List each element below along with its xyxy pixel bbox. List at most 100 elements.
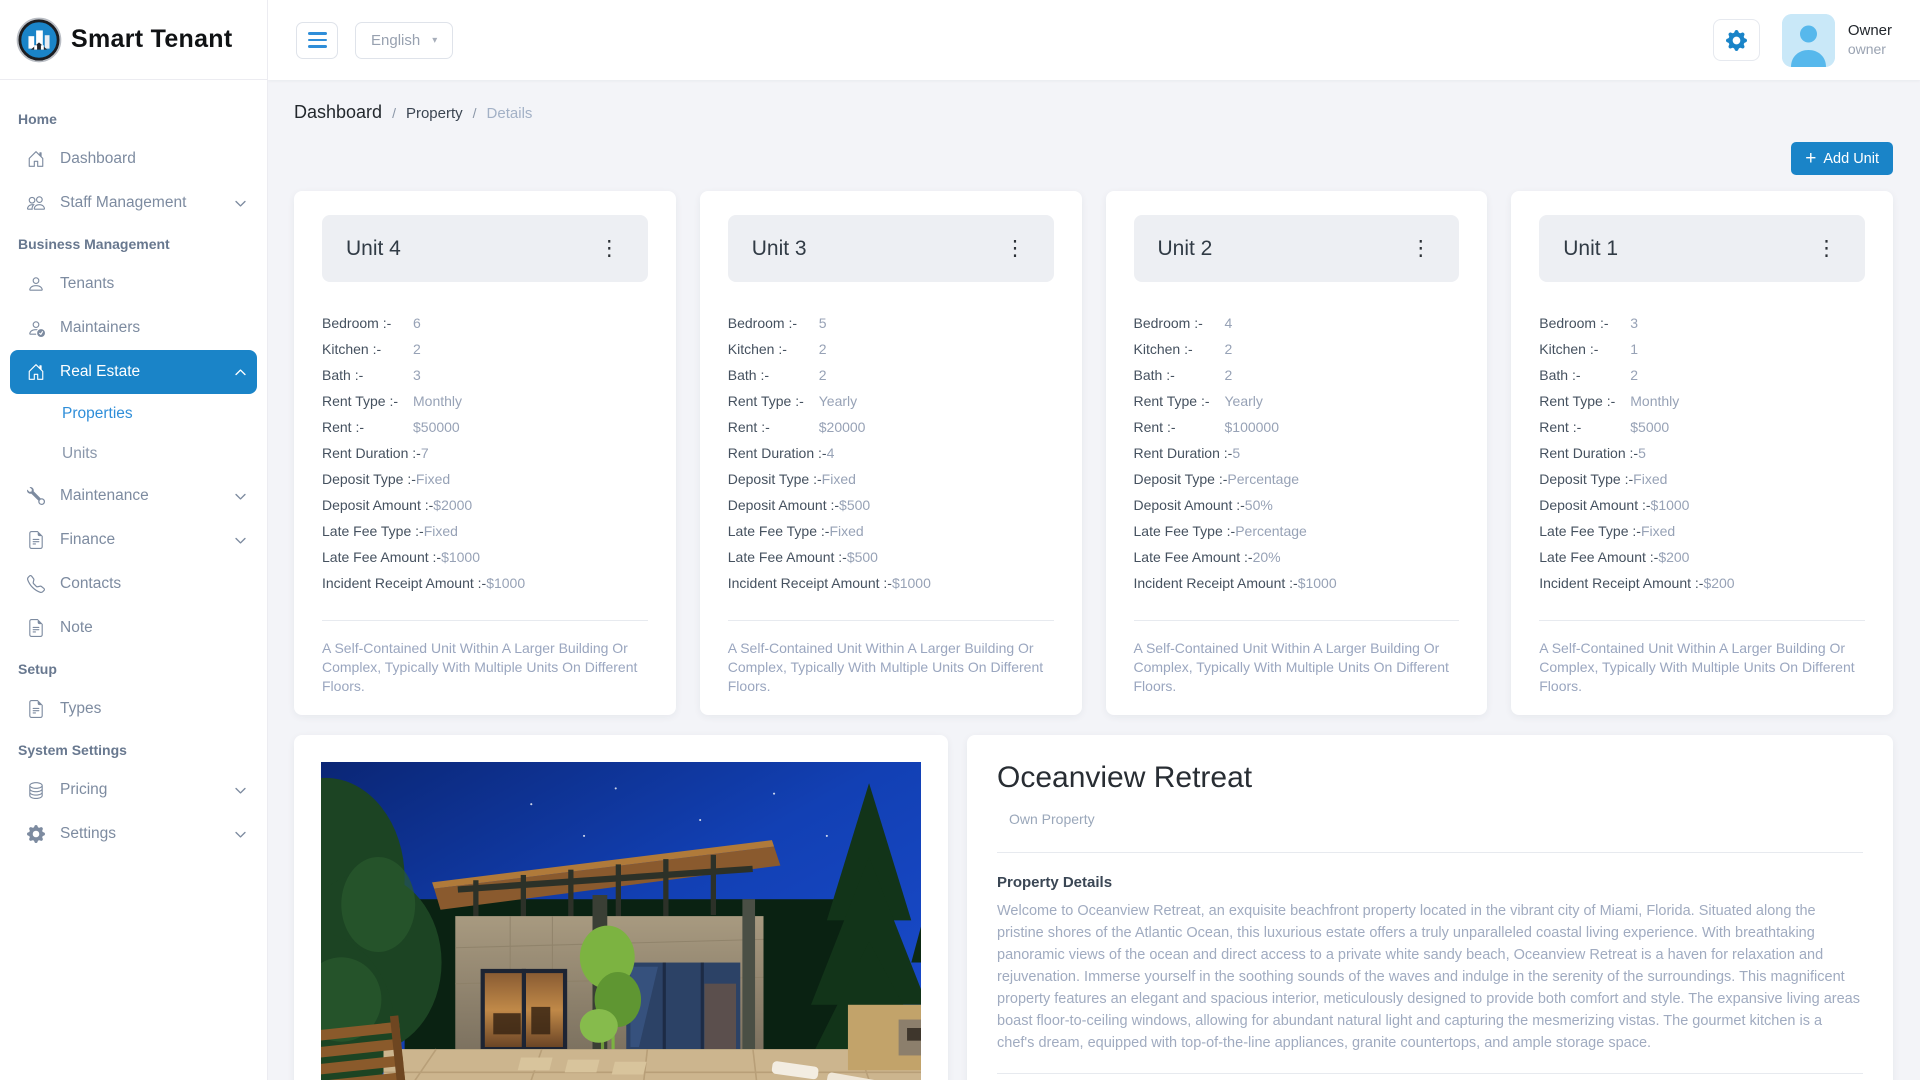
sidebar-item-contacts[interactable]: Contacts xyxy=(10,562,257,606)
hamburger-menu-button[interactable] xyxy=(296,22,338,59)
nav-section-system-settings: System Settings xyxy=(0,731,267,768)
database-icon xyxy=(27,781,45,799)
unit-card: Unit 1 ⋮ Bedroom :-3 Kitchen :-1 Bath :-… xyxy=(1511,191,1893,715)
avatar[interactable] xyxy=(1782,14,1835,67)
property-name: Oceanview Retreat xyxy=(997,761,1863,795)
field-value: Yearly xyxy=(1225,388,1263,414)
field-row: Incident Receipt Amount :-$1000 xyxy=(1134,570,1460,596)
sidebar-item-dashboard[interactable]: Dashboard xyxy=(10,137,257,181)
field-label: Deposit Amount :- xyxy=(1134,492,1245,518)
sidebar-item-label: Pricing xyxy=(60,781,107,799)
field-label: Deposit Type :- xyxy=(1539,466,1633,492)
chevron-down-icon xyxy=(234,197,247,210)
field-row: Bath :-2 xyxy=(728,362,1054,388)
property-section: Oceanview Retreat Own Property Property … xyxy=(294,735,1893,1080)
divider xyxy=(997,852,1863,853)
field-row: Deposit Type :-Fixed xyxy=(728,466,1054,492)
user-meta: Owner owner xyxy=(1848,22,1892,58)
sidebar-item-label: Dashboard xyxy=(60,150,136,168)
field-row: Rent Type :-Monthly xyxy=(1539,388,1865,414)
kebab-menu-icon[interactable]: ⋮ xyxy=(595,236,624,261)
sidebar-item-label: Contacts xyxy=(60,575,121,593)
field-value: Fixed xyxy=(1641,518,1675,544)
field-row: Bath :-2 xyxy=(1134,362,1460,388)
sidebar-item-tenants[interactable]: Tenants xyxy=(10,262,257,306)
field-value: $1000 xyxy=(486,570,525,596)
field-value: 7 xyxy=(421,440,429,466)
field-row: Deposit Amount :-$1000 xyxy=(1539,492,1865,518)
brand-logo: Smart Tenant xyxy=(0,0,267,80)
field-value: 4 xyxy=(1225,310,1233,336)
language-select[interactable]: English ▾ xyxy=(355,22,453,59)
kebab-menu-icon[interactable]: ⋮ xyxy=(1406,236,1435,261)
field-row: Late Fee Amount :-$200 xyxy=(1539,544,1865,570)
unit-card: Unit 2 ⋮ Bedroom :-4 Kitchen :-2 Bath :-… xyxy=(1106,191,1488,715)
field-row: Deposit Type :-Fixed xyxy=(1539,466,1865,492)
sidebar-item-label: Settings xyxy=(60,825,116,843)
breadcrumb-dashboard[interactable]: Dashboard xyxy=(294,102,382,123)
action-row: + Add Unit xyxy=(294,142,1893,175)
file-icon xyxy=(27,531,45,549)
field-label: Deposit Type :- xyxy=(1134,466,1228,492)
content: Dashboard / Property / Details + Add Uni… xyxy=(268,80,1920,1080)
sidebar-item-label: Maintenance xyxy=(60,487,149,505)
field-label: Rent Duration :- xyxy=(728,440,827,466)
sidebar-subitem-units[interactable]: Units xyxy=(0,434,267,474)
breadcrumb-property[interactable]: Property xyxy=(406,105,463,122)
chevron-down-icon xyxy=(234,828,247,841)
sidebar-item-maintenance[interactable]: Maintenance xyxy=(10,474,257,518)
sidebar-item-staff-management[interactable]: Staff Management xyxy=(10,181,257,225)
gear-icon xyxy=(27,825,45,843)
field-value: $200 xyxy=(1703,570,1734,596)
field-label: Rent :- xyxy=(1539,414,1630,440)
sidebar-item-types[interactable]: Types xyxy=(10,687,257,731)
field-value: $500 xyxy=(839,492,870,518)
field-label: Incident Receipt Amount :- xyxy=(322,570,486,596)
field-row: Rent Type :-Yearly xyxy=(1134,388,1460,414)
field-row: Late Fee Type :-Fixed xyxy=(1539,518,1865,544)
field-row: Rent Duration :-7 xyxy=(322,440,648,466)
field-row: Rent :-$50000 xyxy=(322,414,648,440)
add-unit-button[interactable]: + Add Unit xyxy=(1791,142,1893,175)
settings-gear-button[interactable] xyxy=(1713,19,1760,61)
sidebar-subitem-properties[interactable]: Properties xyxy=(0,394,267,434)
field-value: 2 xyxy=(819,362,827,388)
field-value: $200 xyxy=(1658,544,1689,570)
field-value: 6 xyxy=(413,310,421,336)
main-area: English ▾ Owner owner xyxy=(268,0,1920,1080)
user-role: owner xyxy=(1848,41,1892,59)
property-type-badge: Own Property xyxy=(1009,811,1095,827)
field-row: Kitchen :-1 xyxy=(1539,336,1865,362)
breadcrumb-separator: / xyxy=(392,105,396,121)
breadcrumb-separator: / xyxy=(473,105,477,121)
sidebar: Smart Tenant Home Dashboard Staff Manage… xyxy=(0,0,268,1080)
field-value: $1000 xyxy=(441,544,480,570)
sidebar-item-pricing[interactable]: Pricing xyxy=(10,768,257,812)
sidebar-item-note[interactable]: Note xyxy=(10,606,257,650)
sidebar-item-settings[interactable]: Settings xyxy=(10,812,257,856)
field-value: 5 xyxy=(1638,440,1646,466)
unit-card-header: Unit 4 ⋮ xyxy=(322,215,648,282)
unit-description: A Self-Contained Unit Within A Larger Bu… xyxy=(1539,639,1865,697)
field-label: Bath :- xyxy=(322,362,413,388)
kebab-menu-icon[interactable]: ⋮ xyxy=(1001,236,1030,261)
sidebar-item-finance[interactable]: Finance xyxy=(10,518,257,562)
field-label: Rent Type :- xyxy=(1539,388,1630,414)
field-row: Kitchen :-2 xyxy=(1134,336,1460,362)
people-icon xyxy=(27,194,45,212)
field-label: Rent Type :- xyxy=(322,388,413,414)
kebab-menu-icon[interactable]: ⋮ xyxy=(1812,236,1841,261)
sidebar-item-maintainers[interactable]: Maintainers xyxy=(10,306,257,350)
field-value: 1 xyxy=(1630,336,1638,362)
field-label: Late Fee Type :- xyxy=(728,518,830,544)
field-value: $1000 xyxy=(1651,492,1690,518)
field-label: Bath :- xyxy=(728,362,819,388)
field-row: Incident Receipt Amount :-$1000 xyxy=(728,570,1054,596)
chevron-up-icon xyxy=(234,366,247,379)
sidebar-item-label: Maintainers xyxy=(60,319,140,337)
unit-title: Unit 3 xyxy=(752,237,807,261)
field-label: Incident Receipt Amount :- xyxy=(1539,570,1703,596)
field-value: 2 xyxy=(1630,362,1638,388)
field-label: Kitchen :- xyxy=(1539,336,1630,362)
sidebar-item-real-estate[interactable]: Real Estate xyxy=(10,350,257,394)
